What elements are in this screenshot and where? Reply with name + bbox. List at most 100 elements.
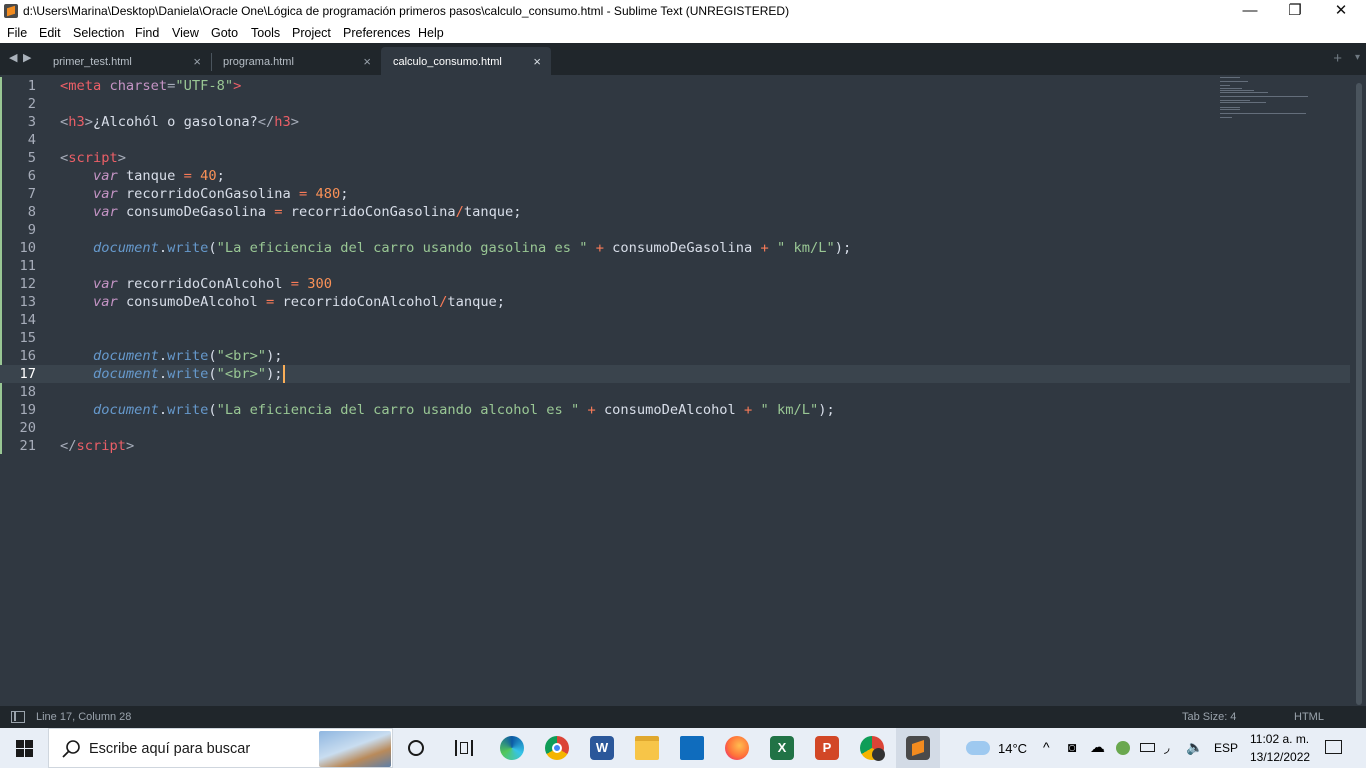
- word-icon[interactable]: W: [590, 736, 614, 760]
- code-line[interactable]: 3 <h3>¿Alcohól o gasolona?</h3>: [0, 113, 1350, 131]
- line-number: 15: [19, 330, 36, 346]
- new-tab-icon[interactable]: +: [1333, 50, 1342, 67]
- code-line[interactable]: 21 </script>: [0, 437, 1350, 455]
- clock-time[interactable]: 11:02 a. m.: [1250, 732, 1309, 746]
- firefox-icon[interactable]: [725, 736, 749, 760]
- minimize-button[interactable]: —: [1227, 0, 1273, 23]
- close-button[interactable]: ✕: [1318, 0, 1364, 23]
- menu-preferences[interactable]: Preferences: [343, 26, 410, 40]
- line-code[interactable]: document.write("<br>");: [60, 347, 283, 365]
- code-line[interactable]: 18: [0, 383, 1350, 401]
- onedrive-cloud-icon[interactable]: ☁: [1090, 738, 1105, 756]
- mail-icon[interactable]: [680, 736, 704, 760]
- file-explorer-icon[interactable]: [635, 736, 659, 760]
- window-title: d:\Users\Marina\Desktop\Daniela\Oracle O…: [23, 4, 790, 18]
- code-line[interactable]: 7 var recorridoConGasolina = 480;: [0, 185, 1350, 203]
- tab-close-icon[interactable]: ×: [363, 54, 371, 69]
- code-line[interactable]: 19 document.write("La eficiencia del car…: [0, 401, 1350, 419]
- chrome-profile-icon[interactable]: [860, 736, 885, 761]
- tab-prev-icon[interactable]: ◀: [9, 51, 17, 64]
- code-line[interactable]: 13 var consumoDeAlcohol = recorridoConAl…: [0, 293, 1350, 311]
- code-line[interactable]: 5 <script>: [0, 149, 1350, 167]
- wifi-icon[interactable]: ◞: [1164, 739, 1169, 756]
- battery-icon[interactable]: [1140, 743, 1155, 752]
- line-code[interactable]: var recorridoConAlcohol = 300: [60, 275, 332, 293]
- code-line[interactable]: 6 var tanque = 40;: [0, 167, 1350, 185]
- menu-file[interactable]: File: [7, 26, 27, 40]
- tab-close-icon[interactable]: ×: [533, 54, 541, 69]
- tab-close-icon[interactable]: ×: [193, 54, 201, 69]
- cortana-icon[interactable]: [408, 740, 424, 756]
- maximize-button[interactable]: ❐: [1272, 0, 1318, 23]
- line-code[interactable]: document.write("La eficiencia del carro …: [60, 239, 851, 257]
- menu-edit[interactable]: Edit: [39, 26, 61, 40]
- line-code[interactable]: <script>: [60, 149, 126, 167]
- tab-next-icon[interactable]: ▶: [23, 51, 31, 64]
- clock-date[interactable]: 13/12/2022: [1250, 750, 1310, 764]
- input-language[interactable]: ESP: [1214, 741, 1238, 755]
- line-number: 11: [19, 258, 36, 274]
- line-code[interactable]: var recorridoConGasolina = 480;: [60, 185, 349, 203]
- excel-icon[interactable]: X: [770, 736, 794, 760]
- tab-primer-test[interactable]: primer_test.html ×: [41, 47, 211, 75]
- code-line[interactable]: 1 <meta charset="UTF-8">: [0, 77, 1350, 95]
- line-code[interactable]: var consumoDeAlcohol = recorridoConAlcoh…: [60, 293, 505, 311]
- code-token: =: [183, 168, 192, 184]
- line-number: 3: [27, 114, 36, 130]
- minimap[interactable]: [1220, 75, 1340, 135]
- edge-icon[interactable]: [500, 736, 524, 760]
- line-code[interactable]: document.write("La eficiencia del carro …: [60, 401, 835, 419]
- tab-list-icon[interactable]: ▾: [1355, 52, 1360, 63]
- code-line[interactable]: 9: [0, 221, 1350, 239]
- menu-help[interactable]: Help: [418, 26, 444, 40]
- line-code[interactable]: var tanque = 40;: [60, 167, 225, 185]
- panel-toggle-icon[interactable]: [11, 711, 25, 723]
- menu-tools[interactable]: Tools: [251, 26, 280, 40]
- code-token: =: [290, 276, 300, 292]
- code-line[interactable]: 12 var recorridoConAlcohol = 300: [0, 275, 1350, 293]
- syntax-setting[interactable]: HTML: [1294, 711, 1324, 723]
- line-code[interactable]: </script>: [60, 437, 134, 455]
- menu-find[interactable]: Find: [135, 26, 159, 40]
- taskbar-search-box[interactable]: Escribe aquí para buscar: [48, 728, 393, 768]
- code-line[interactable]: 2: [0, 95, 1350, 113]
- security-shield-icon[interactable]: [1116, 741, 1130, 755]
- notifications-icon[interactable]: [1325, 740, 1342, 754]
- weather-icon[interactable]: [966, 741, 990, 755]
- code-line[interactable]: 11: [0, 257, 1350, 275]
- code-token: +: [587, 402, 596, 418]
- chevron-up-icon[interactable]: ^: [1043, 739, 1050, 755]
- menu-selection[interactable]: Selection: [73, 26, 124, 40]
- code-editor[interactable]: 1 <meta charset="UTF-8"> 2 3 <h3>¿Alcohól o …: [0, 75, 1366, 706]
- chrome-icon[interactable]: [545, 736, 569, 760]
- code-line[interactable]: 10 document.write("La eficiencia del car…: [0, 239, 1350, 257]
- tab-calculo-consumo[interactable]: calculo_consumo.html ×: [381, 47, 551, 75]
- code-token: (: [208, 240, 217, 256]
- code-line[interactable]: 4: [0, 131, 1350, 149]
- volume-icon[interactable]: 🔈: [1186, 739, 1203, 756]
- powerpoint-icon[interactable]: P: [815, 736, 839, 760]
- line-code[interactable]: document.write("<br>");: [60, 365, 285, 383]
- vertical-scrollbar[interactable]: [1356, 83, 1362, 705]
- weather-temperature[interactable]: 14°C: [998, 741, 1027, 756]
- line-code[interactable]: <meta charset="UTF-8">: [60, 77, 241, 95]
- code-line[interactable]: 16 document.write("<br>");: [0, 347, 1350, 365]
- sublime-text-icon[interactable]: [906, 736, 930, 760]
- tab-programa[interactable]: programa.html ×: [211, 47, 381, 75]
- task-view-icon[interactable]: [455, 740, 473, 756]
- code-line[interactable]: 17 document.write("<br>");: [0, 365, 1350, 383]
- menu-view[interactable]: View: [172, 26, 199, 40]
- code-line[interactable]: 14: [0, 311, 1350, 329]
- line-code[interactable]: <h3>¿Alcohól o gasolona?</h3>: [60, 113, 299, 131]
- menu-project[interactable]: Project: [292, 26, 331, 40]
- code-line[interactable]: 8 var consumoDeGasolina = recorridoConGa…: [0, 203, 1350, 221]
- tab-size-setting[interactable]: Tab Size: 4: [1182, 711, 1236, 723]
- code-line[interactable]: 15: [0, 329, 1350, 347]
- windows-start-icon[interactable]: [16, 740, 33, 757]
- code-line[interactable]: 20: [0, 419, 1350, 437]
- window-title-bar[interactable]: d:\Users\Marina\Desktop\Daniela\Oracle O…: [0, 0, 1366, 23]
- meet-now-icon[interactable]: ◙: [1068, 739, 1076, 755]
- menu-goto[interactable]: Goto: [211, 26, 238, 40]
- line-code[interactable]: var consumoDeGasolina = recorridoConGaso…: [60, 203, 522, 221]
